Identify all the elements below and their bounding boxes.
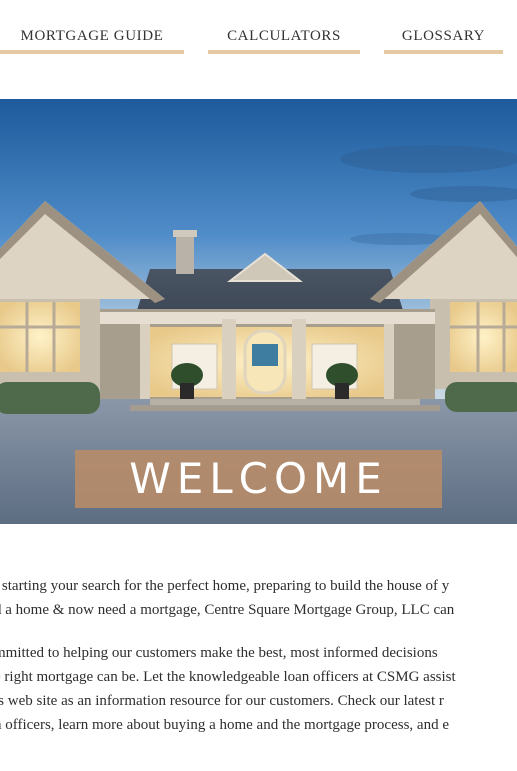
hero-image: WELCOME	[0, 99, 517, 524]
paragraph-line: is web site as an information resource f…	[0, 693, 444, 709]
paragraph-line: t starting your search for the perfect h…	[0, 578, 450, 594]
paragraph-line: e right mortgage can be. Let the knowled…	[0, 669, 456, 685]
welcome-banner: WELCOME	[75, 450, 442, 508]
paragraph-line: d a home & now need a mortgage, Centre S…	[0, 602, 455, 618]
paragraph-line: n officers, learn more about buying a ho…	[0, 717, 449, 733]
intro-paragraph: t starting your search for the perfect h…	[0, 574, 517, 622]
paragraph-line: mmitted to helping our customers make th…	[0, 645, 438, 661]
intro-content: t starting your search for the perfect h…	[0, 574, 517, 756]
nav-mortgage-guide[interactable]: MORTGAGE GUIDE	[0, 28, 184, 54]
welcome-heading: WELCOME	[129, 454, 388, 503]
nav-glossary[interactable]: GLOSSARY	[384, 28, 503, 54]
nav-calculators[interactable]: CALCULATORS	[208, 28, 360, 54]
commitment-paragraph: mmitted to helping our customers make th…	[0, 641, 517, 737]
top-nav: MORTGAGE GUIDE CALCULATORS GLOSSARY	[0, 0, 517, 60]
